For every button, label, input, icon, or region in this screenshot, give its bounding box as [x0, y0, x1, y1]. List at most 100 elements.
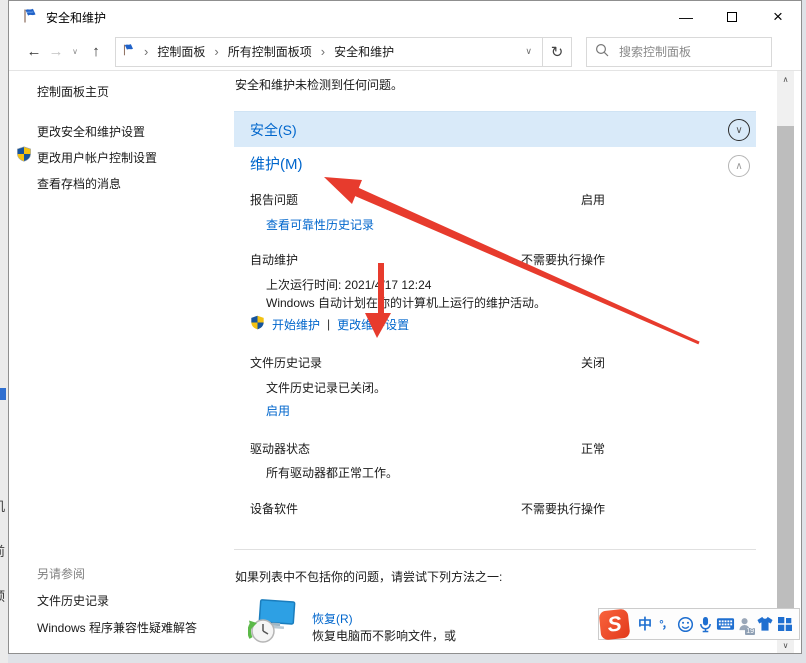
status-message: 安全和维护未检测到任何问题。: [235, 76, 403, 93]
minimize-button[interactable]: —: [663, 1, 709, 33]
recovery-icon: [248, 598, 298, 651]
row-label: 驱动器状态: [250, 440, 310, 457]
maximize-icon: [727, 12, 737, 22]
chevron-down-icon: ∨: [783, 641, 789, 650]
maintenance-section-title[interactable]: 维护(M): [250, 153, 303, 174]
edge-text-fragment: 预: [0, 586, 8, 605]
microphone-icon: [698, 616, 713, 633]
address-bar[interactable]: › 控制面板 › 所有控制面板项 › 安全和维护 ∨: [115, 37, 543, 67]
window-title: 安全和维护: [46, 9, 106, 26]
security-section-header[interactable]: 安全(S) ∨: [234, 111, 756, 147]
change-maintenance-settings-link[interactable]: 更改维护设置: [337, 316, 409, 333]
vertical-scrollbar[interactable]: ∧ ∨: [777, 71, 794, 654]
ime-account-button[interactable]: 19: [735, 611, 755, 637]
chinese-mode-label: 中: [638, 614, 652, 634]
close-button[interactable]: ×: [755, 1, 801, 33]
row-device-software: 设备软件 不需要执行操作: [234, 500, 756, 518]
chevron-up-icon: ∧: [783, 75, 789, 84]
minimize-icon: —: [679, 9, 693, 25]
drive-status-desc: 所有驱动器都正常工作。: [266, 464, 398, 481]
flag-icon: [22, 8, 38, 27]
refresh-icon: ↻: [551, 43, 564, 61]
sidebar-item-archived-messages[interactable]: 查看存档的消息: [37, 175, 121, 192]
uac-shield-icon: [16, 146, 32, 165]
row-drive-status: 驱动器状态 正常: [234, 440, 756, 458]
row-label: 报告问题: [250, 191, 298, 208]
forward-button[interactable]: →: [45, 43, 67, 60]
sidebar-item-home[interactable]: 控制面板主页: [37, 83, 109, 100]
ime-toolbar: S 中 °， 19: [598, 608, 800, 640]
uac-shield-icon: [250, 315, 265, 333]
recent-pages-dropdown[interactable]: ∨: [67, 47, 83, 56]
navigation-bar: ← → ∨ ↑ › 控制面板 › 所有控制面板项 › 安全和维护 ∨ ↻: [9, 33, 801, 71]
maintenance-actions: 开始维护 | 更改维护设置: [250, 315, 409, 333]
background-window-edge: 机 前 预: [0, 0, 8, 663]
enable-file-history-link[interactable]: 启用: [266, 402, 290, 419]
chevron-up-icon: ∧: [735, 161, 742, 172]
ime-voice-button[interactable]: [695, 611, 715, 637]
row-label: 文件历史记录: [250, 354, 322, 371]
security-expand-button[interactable]: ∨: [728, 119, 750, 141]
ime-skin-button[interactable]: [755, 611, 775, 637]
maximize-button[interactable]: [709, 1, 755, 33]
edge-text-fragment: 机: [0, 496, 8, 515]
chevron-down-icon: ∨: [735, 125, 742, 136]
sogou-s: S: [606, 611, 622, 636]
up-button[interactable]: ↑: [83, 43, 109, 60]
address-dropdown-button[interactable]: ∨: [525, 46, 536, 57]
see-also-header: 另请参阅: [37, 565, 85, 582]
back-icon: ←: [27, 43, 42, 60]
footer-prompt: 如果列表中不包括你的问题，请尝试下列方法之一:: [235, 568, 756, 585]
status-value: 不需要执行操作: [521, 500, 605, 517]
sidebar: 控制面板主页 更改安全和维护设置 更改用户帐户控制设置 查看存档的消息 另请参阅…: [9, 71, 235, 653]
breadcrumb-security-maintenance[interactable]: 安全和维护: [334, 43, 394, 60]
edge-icon-fragment: [0, 388, 6, 400]
maintenance-collapse-button[interactable]: ∧: [728, 155, 750, 177]
security-section-title[interactable]: 安全(S): [250, 120, 297, 140]
link-separator: |: [327, 317, 330, 331]
reliability-history-link[interactable]: 查看可靠性历史记录: [266, 216, 374, 233]
sidebar-item-file-history[interactable]: 文件历史记录: [37, 592, 109, 609]
ime-keyboard-button[interactable]: [715, 611, 735, 637]
auto-maintenance-desc: Windows 自动计划在你的计算机上运行的维护活动。: [266, 294, 546, 311]
breadcrumb-all-items[interactable]: 所有控制面板项: [228, 43, 312, 60]
search-input[interactable]: [619, 45, 749, 59]
chevron-down-icon: ∨: [72, 47, 78, 56]
sidebar-item-change-settings[interactable]: 更改安全和维护设置: [37, 123, 145, 140]
ime-punctuation-button[interactable]: °，: [655, 611, 675, 637]
breadcrumb-separator: ›: [205, 44, 227, 59]
row-file-history: 文件历史记录 关闭: [234, 354, 756, 372]
breadcrumb-separator: ›: [312, 44, 334, 59]
status-value: 不需要执行操作: [521, 251, 605, 268]
flag-icon-small: [122, 43, 135, 60]
scroll-up-button[interactable]: ∧: [777, 71, 794, 88]
smiley-icon: [677, 616, 694, 633]
refresh-button[interactable]: ↻: [542, 37, 572, 67]
recovery-link[interactable]: 恢复(R): [312, 612, 353, 626]
last-run-time: 上次运行时间: 2021/4/17 12:24: [266, 276, 431, 293]
recovery-item[interactable]: 恢复(R) 恢复电脑而不影响文件，或: [248, 598, 456, 651]
ime-emoji-button[interactable]: [675, 611, 695, 637]
ime-toolbox-button[interactable]: [775, 611, 795, 637]
back-button[interactable]: ←: [23, 43, 45, 60]
row-report-problems: 报告问题 启用: [234, 191, 756, 209]
breadcrumb-separator: ›: [135, 44, 157, 59]
start-maintenance-link[interactable]: 开始维护: [272, 316, 320, 333]
breadcrumb-control-panel[interactable]: 控制面板: [157, 43, 205, 60]
chevron-down-icon: ∨: [525, 46, 532, 56]
punctuation-icon: °，: [659, 616, 670, 632]
scrollbar-thumb[interactable]: [777, 126, 794, 612]
maintenance-section-header[interactable]: 维护(M) ∧: [234, 147, 756, 183]
sidebar-item-compat-troubleshooter[interactable]: Windows 程序兼容性疑难解答: [37, 619, 197, 636]
row-label: 自动维护: [250, 251, 298, 268]
status-value: 启用: [581, 191, 605, 208]
tshirt-icon: [756, 616, 774, 632]
account-badge: 19: [745, 628, 755, 635]
search-box[interactable]: [586, 37, 772, 67]
file-history-desc: 文件历史记录已关闭。: [266, 379, 386, 396]
status-value: 正常: [581, 440, 605, 457]
ime-chinese-mode-button[interactable]: 中: [635, 611, 655, 637]
sidebar-item-uac[interactable]: 更改用户帐户控制设置: [37, 149, 157, 166]
sogou-logo-icon[interactable]: S: [599, 608, 631, 640]
security-and-maintenance-window: 安全和维护 — × ← → ∨ ↑ › 控制面板 › 所有控制面板项 › 安全和…: [8, 0, 802, 654]
